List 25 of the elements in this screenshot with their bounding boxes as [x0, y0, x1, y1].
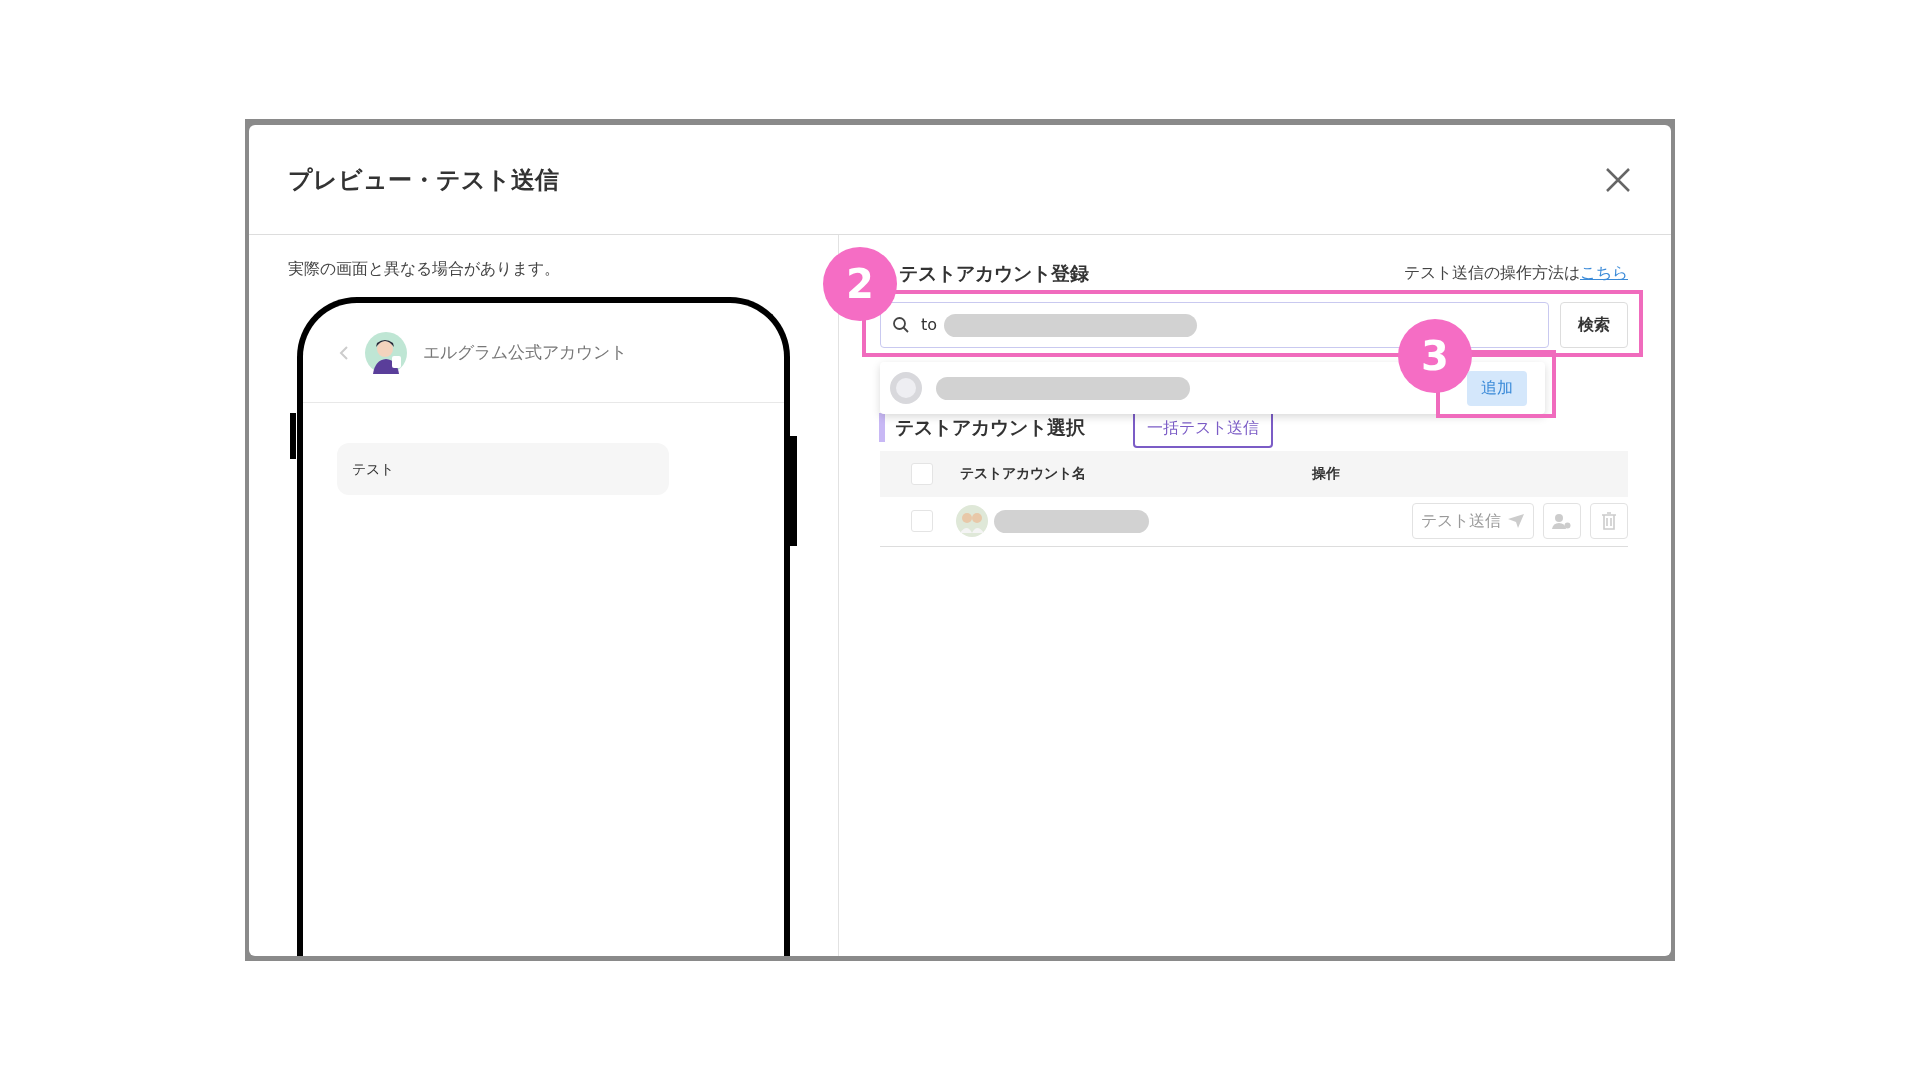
column-header: テストアカウント名 [960, 464, 1086, 483]
help-text: テスト送信の操作方法は [1404, 262, 1580, 285]
search-button[interactable]: 検索 [1560, 301, 1628, 348]
send-icon [1507, 513, 1525, 529]
user-settings-button[interactable] [1543, 503, 1581, 539]
close-icon[interactable] [1605, 166, 1631, 193]
dialog-title: プレビュー・テスト送信 [288, 164, 559, 196]
account-name: エルグラム公式アカウント [423, 340, 627, 364]
user-icon [1552, 513, 1572, 529]
avatar [956, 505, 988, 537]
avatar [890, 372, 922, 404]
notice-text: 実際の画面と異なる場合があります。 [288, 258, 561, 280]
search-icon [892, 315, 910, 334]
message-bubble: テスト [337, 443, 669, 495]
add-button[interactable]: 追加 [1467, 370, 1527, 406]
section-heading: テストアカウント選択 [879, 413, 1085, 442]
test-send-button[interactable]: テスト送信 [1412, 503, 1534, 539]
delete-button[interactable] [1590, 503, 1628, 539]
avatar [365, 331, 407, 374]
help-link[interactable]: こちら [1580, 261, 1628, 286]
checkbox[interactable] [911, 510, 933, 532]
trash-icon [1601, 512, 1617, 530]
checkbox[interactable] [911, 462, 933, 485]
back-icon[interactable] [339, 344, 349, 361]
column-header: 操作 [1312, 464, 1340, 483]
